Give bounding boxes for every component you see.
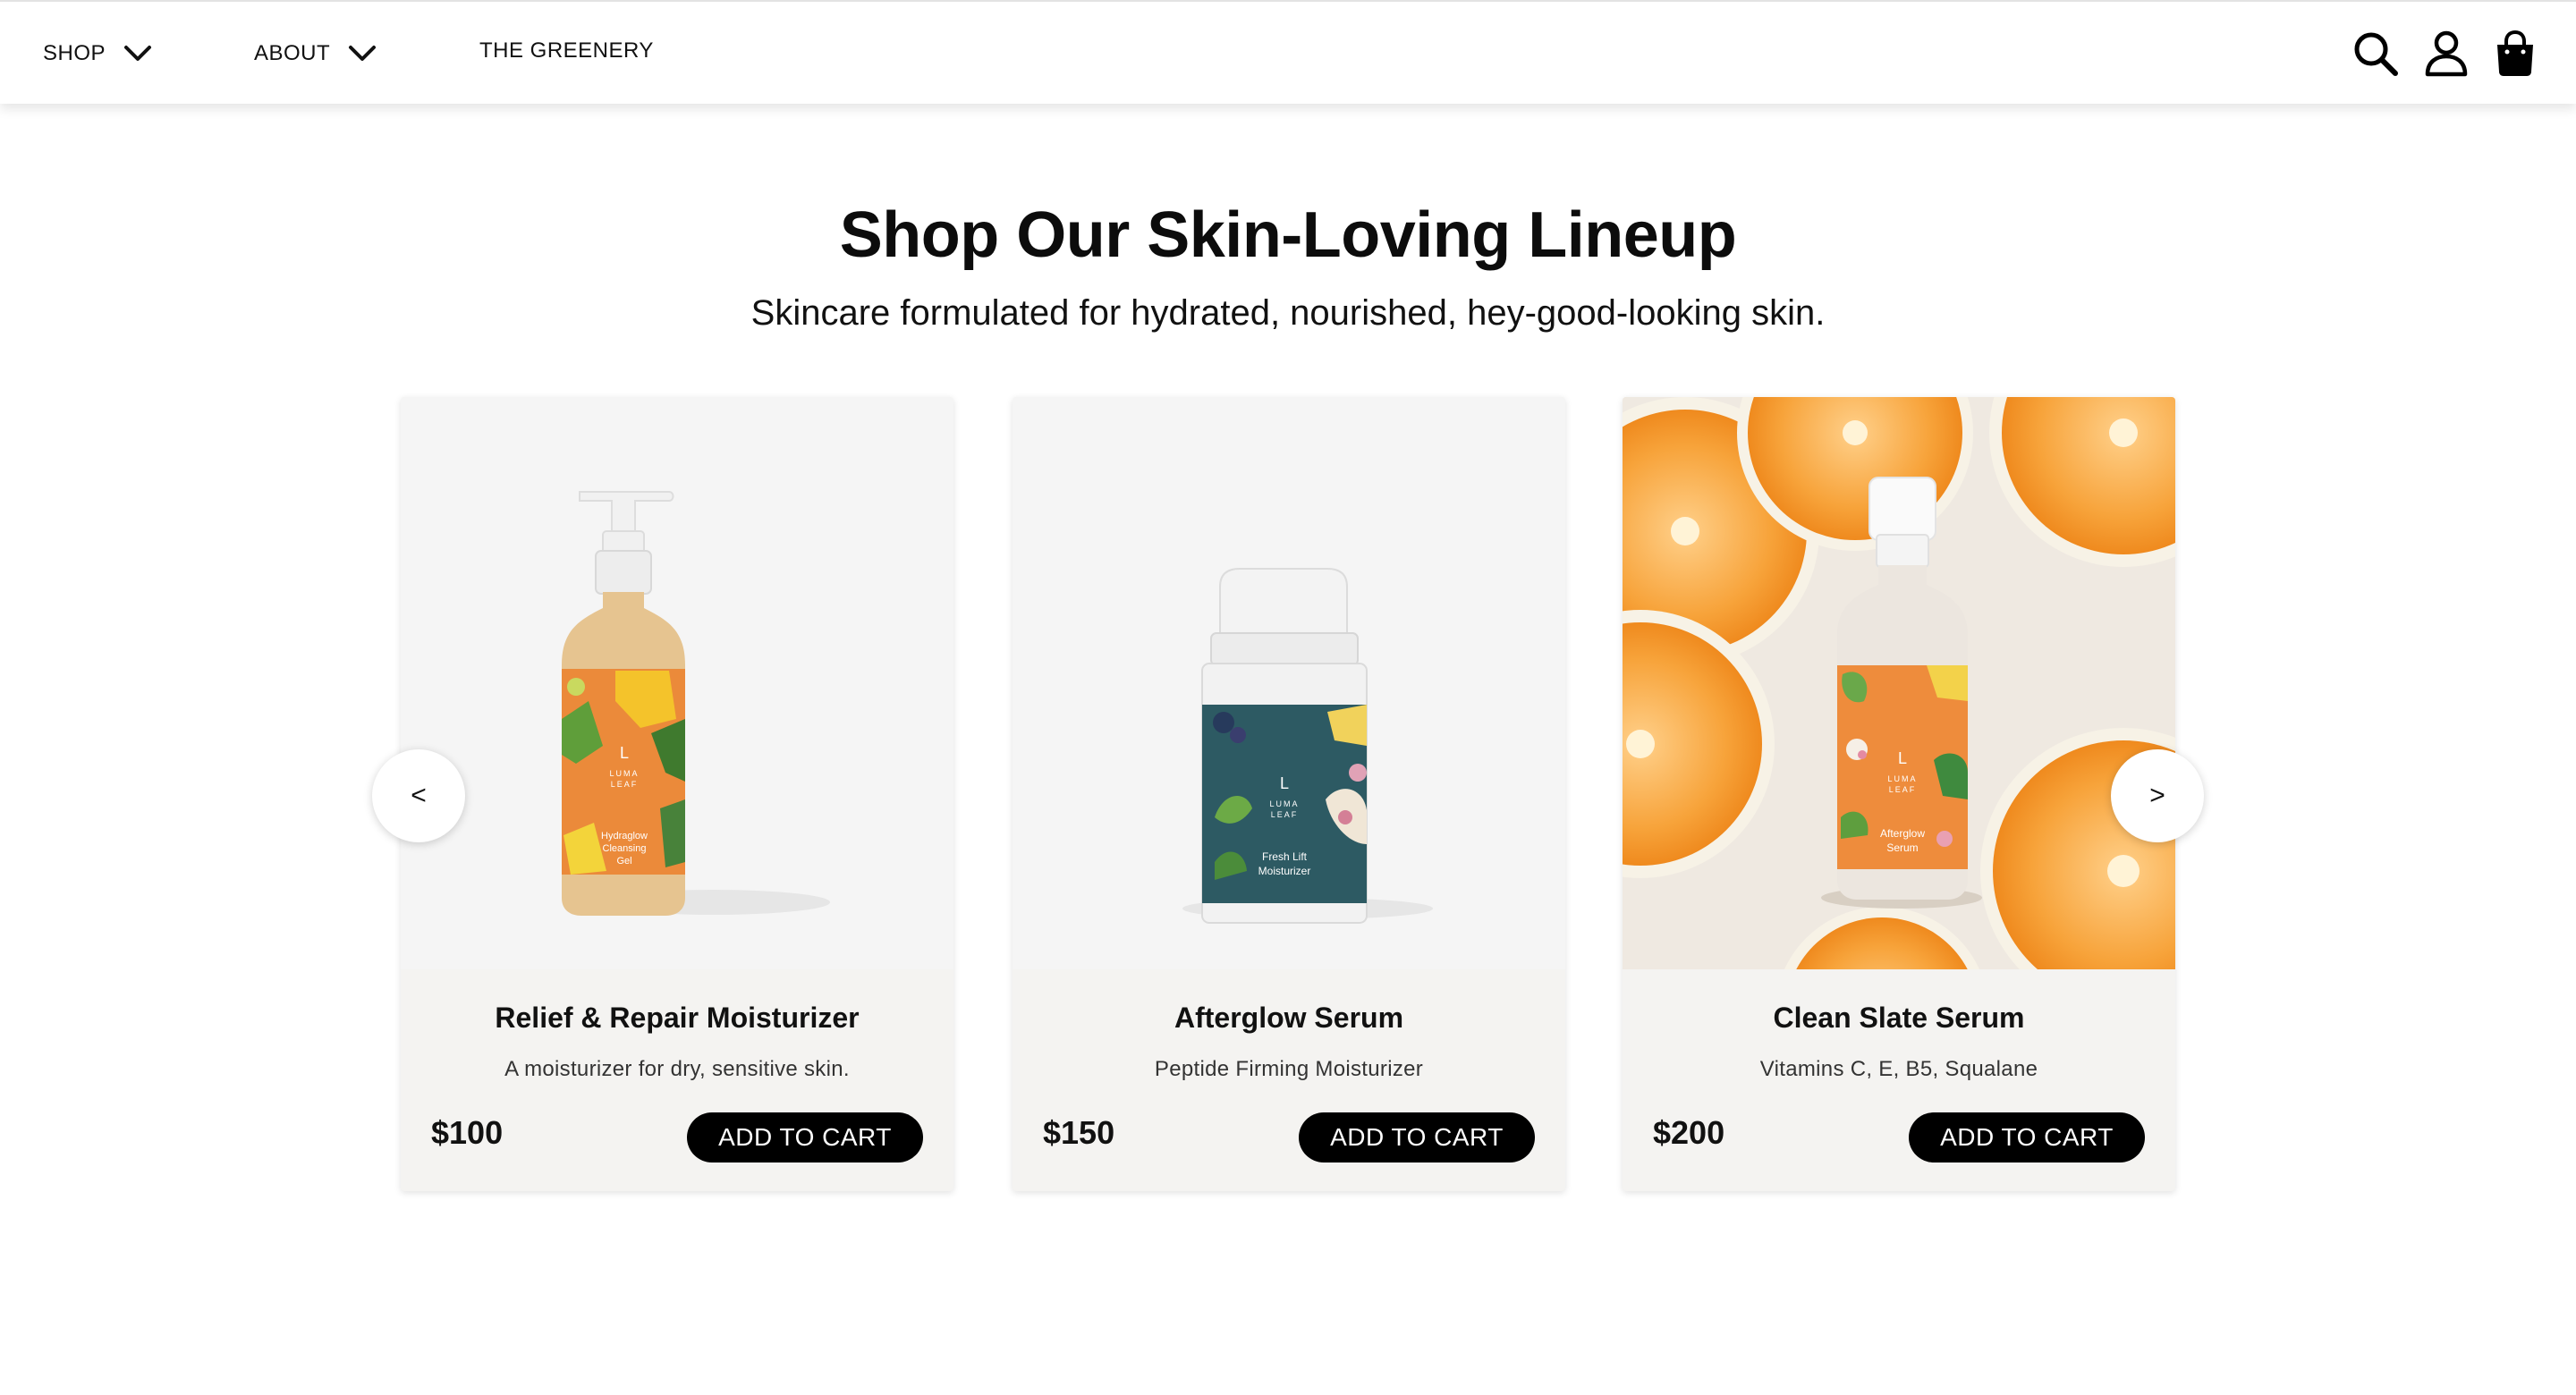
product-image[interactable]: L LUMA LEAF Hydraglow Cleansing Gel [401, 397, 953, 969]
product-image[interactable]: L LUMA LEAF Fresh Lift Moisturizer [1013, 397, 1565, 969]
svg-text:L: L [1898, 749, 1907, 767]
shopping-bag-icon[interactable] [2494, 30, 2537, 77]
product-description: Peptide Firming Moisturizer [1154, 1057, 1424, 1081]
main-nav: SHOP ABOUT THE GREENERY [43, 2, 654, 106]
nav-item-about[interactable]: ABOUT [254, 41, 479, 66]
svg-text:LUMA: LUMA [609, 769, 639, 778]
product-description: Vitamins C, E, B5, Squalane [1759, 1057, 2038, 1081]
svg-text:Hydraglow: Hydraglow [601, 831, 648, 841]
site-header: SHOP ABOUT THE GREENERY [0, 0, 2576, 104]
nav-item-label: ABOUT [254, 41, 331, 65]
add-to-cart-button[interactable]: ADD TO CART [1909, 1112, 2145, 1162]
product-image[interactable]: L LUMA LEAF Afterglow Serum [1623, 397, 2175, 969]
carousel-prev-button[interactable]: < [372, 749, 465, 842]
product-price: $100 [431, 1114, 504, 1151]
page-title: Shop Our Skin-Loving Lineup [839, 199, 1737, 271]
header-actions [2352, 2, 2537, 106]
page-subtitle: Skincare formulated for hydrated, nouris… [750, 293, 1826, 333]
svg-text:L: L [620, 744, 629, 762]
chevron-down-icon [123, 45, 152, 63]
nav-item-label: THE GREENERY [479, 38, 654, 63]
product-name[interactable]: Afterglow Serum [1013, 1002, 1565, 1035]
account-icon[interactable] [2424, 30, 2469, 77]
svg-text:LUMA: LUMA [1269, 799, 1299, 808]
svg-text:LUMA: LUMA [1887, 774, 1917, 783]
svg-text:Gel: Gel [616, 856, 631, 867]
nav-item-the-greenery[interactable]: THE GREENERY [479, 38, 654, 63]
product-price: $150 [1043, 1114, 1115, 1151]
product-name[interactable]: Relief & Repair Moisturizer [401, 1002, 953, 1035]
svg-text:L: L [1280, 774, 1289, 792]
svg-text:LEAF: LEAF [1889, 785, 1917, 794]
add-to-cart-button[interactable]: ADD TO CART [1299, 1112, 1535, 1162]
product-card[interactable]: L LUMA LEAF Afterglow Serum Clean Slate … [1623, 397, 2175, 1191]
svg-text:LEAF: LEAF [1271, 810, 1299, 819]
product-card[interactable]: L LUMA LEAF Hydraglow Cleansing Gel Reli… [401, 397, 953, 1191]
svg-text:Serum: Serum [1886, 841, 1918, 854]
product-price: $200 [1653, 1114, 1725, 1151]
chevron-down-icon [348, 45, 377, 63]
carousel-next-button[interactable]: > [2111, 749, 2204, 842]
nav-item-label: SHOP [43, 41, 106, 65]
product-description: A moisturizer for dry, sensitive skin. [504, 1057, 850, 1081]
svg-text:LEAF: LEAF [611, 780, 639, 789]
search-icon[interactable] [2352, 30, 2399, 77]
svg-text:Fresh Lift: Fresh Lift [1262, 850, 1308, 863]
svg-text:Cleansing: Cleansing [603, 843, 647, 854]
svg-text:Moisturizer: Moisturizer [1258, 865, 1311, 877]
nav-item-shop[interactable]: SHOP [43, 41, 254, 66]
product-name[interactable]: Clean Slate Serum [1623, 1002, 2175, 1035]
product-card[interactable]: L LUMA LEAF Fresh Lift Moisturizer After… [1013, 397, 1565, 1191]
add-to-cart-button[interactable]: ADD TO CART [687, 1112, 923, 1162]
svg-text:Afterglow: Afterglow [1880, 827, 1925, 840]
